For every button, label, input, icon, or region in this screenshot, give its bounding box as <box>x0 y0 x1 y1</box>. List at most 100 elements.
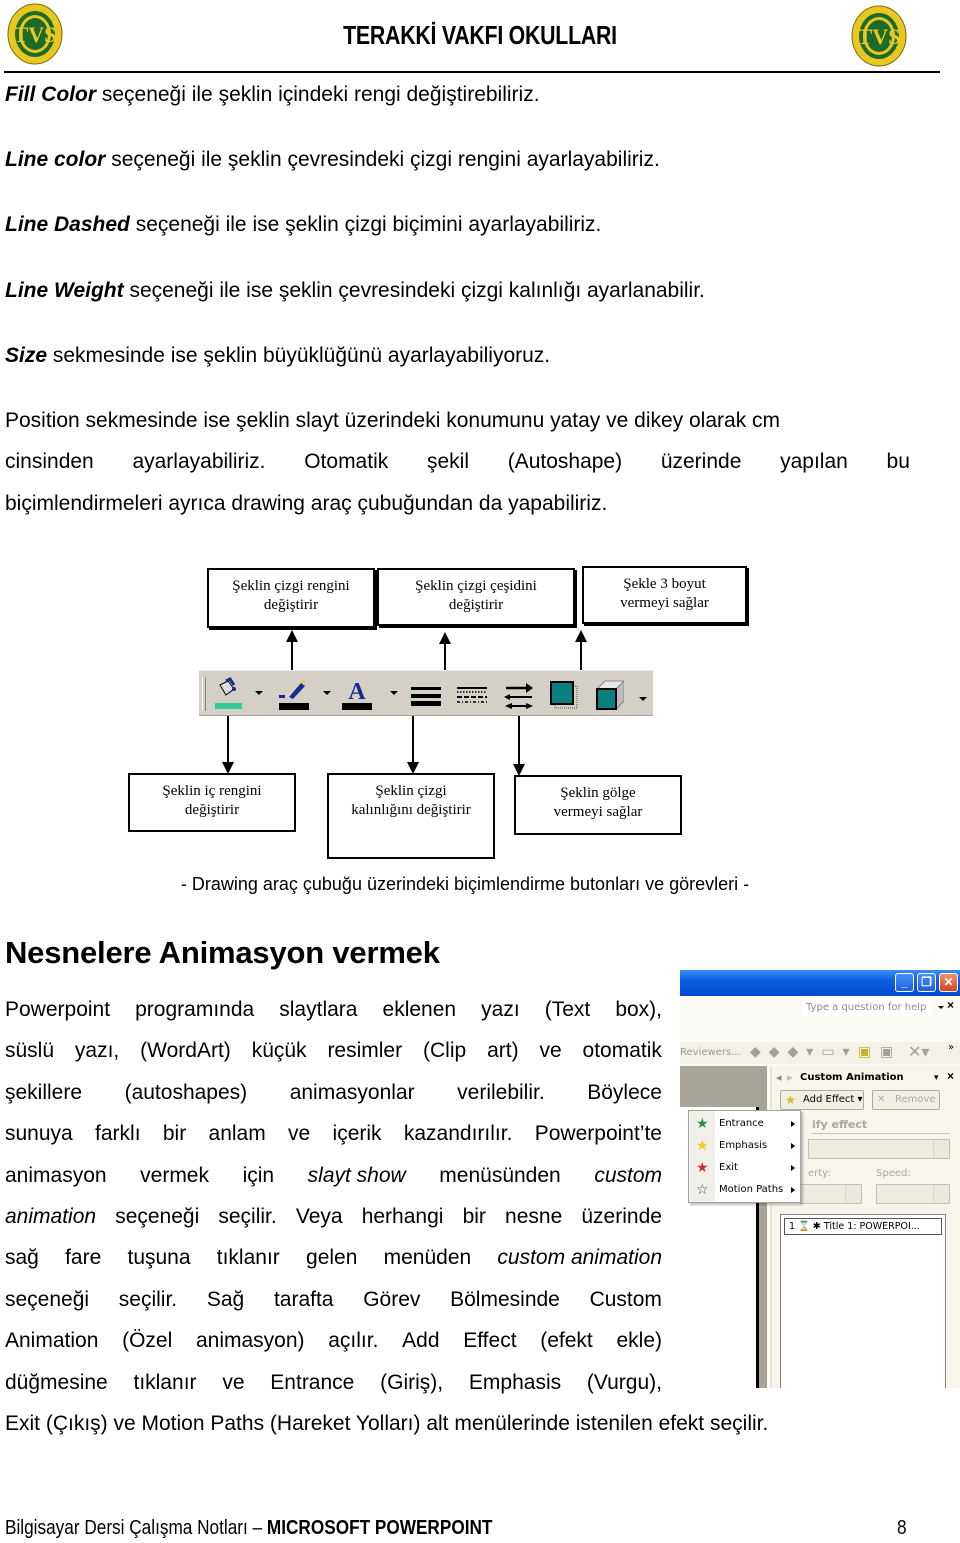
help-close-icon[interactable]: × <box>947 998 954 1012</box>
word: seçilir. <box>118 1287 178 1311</box>
restore-button[interactable]: ❐ <box>917 973 936 992</box>
word: eklenen <box>382 998 457 1021</box>
add-effect-menu: ★ Entrance ★ Emphasis ★ Exit ☆ Motion Pa… <box>688 1110 801 1203</box>
toolbar-grip[interactable] <box>202 677 206 711</box>
pane-close-icon[interactable]: × <box>947 1069 954 1083</box>
word: Add <box>402 1329 440 1353</box>
line-style-button[interactable] <box>411 677 441 711</box>
callout-line-color: Şeklin çizgi rengini değiştirir <box>207 568 375 628</box>
word: tuşuna <box>127 1246 191 1270</box>
word: animasyonlar <box>289 1080 415 1104</box>
pen-icon <box>279 679 309 710</box>
back-arrow-icon[interactable]: ◂ <box>776 1071 782 1084</box>
menu-item-emphasis[interactable]: ★ Emphasis <box>689 1135 800 1157</box>
section-paragraph-line: Animation (Özel animasyon) açılır. Add Effect… <box>5 1329 662 1353</box>
double-arrows-icon <box>504 683 533 709</box>
dash-style-button[interactable] <box>457 677 487 711</box>
fill-color-button[interactable] <box>212 677 243 711</box>
word: (Clip <box>423 1039 467 1063</box>
property-select[interactable] <box>800 1184 862 1204</box>
arrow-up-icon <box>575 630 587 642</box>
toolbar-overflow-icon[interactable]: » <box>948 1042 954 1053</box>
word: Otomatik <box>304 450 389 473</box>
review-nav-icons[interactable]: ◆◆◆▾▭▾ <box>750 1044 858 1060</box>
word: seçeneği <box>5 1287 90 1311</box>
line-color-dropdown[interactable] <box>323 691 331 695</box>
font-color-button[interactable]: A <box>342 677 372 711</box>
minimize-button[interactable]: _ <box>895 973 914 992</box>
word: yazı, <box>74 1039 120 1063</box>
word: verilebilir. <box>457 1080 545 1104</box>
font-color-dropdown[interactable] <box>390 691 398 695</box>
line-weight-icon <box>411 687 441 706</box>
word: ve <box>222 1370 245 1394</box>
exit-star-icon: ★ <box>696 1160 709 1176</box>
animation-list-item[interactable]: 1 ⌛ ✱ Title 1: POWERPOI... <box>784 1218 942 1235</box>
line-color-button[interactable] <box>279 677 309 711</box>
word: Böylece <box>587 1080 662 1104</box>
diagram-caption: - Drawing araç çubuğu üzerindeki biçimle… <box>180 874 750 894</box>
word: üzerinde <box>581 1205 662 1228</box>
close-button[interactable]: ✕ <box>939 973 958 992</box>
word: Görev <box>363 1287 421 1311</box>
speed-select[interactable] <box>876 1184 950 1204</box>
forward-arrow-icon[interactable]: ▸ <box>787 1071 793 1084</box>
connector-line <box>518 716 520 766</box>
word: yazı <box>481 998 520 1021</box>
callout-3d-style: Şekle 3 boyut vermeyi sağlar <box>582 566 747 624</box>
help-dropdown-icon[interactable] <box>938 1006 944 1009</box>
word: (Autoshape) <box>507 450 623 473</box>
shadow-square-icon <box>550 681 578 709</box>
word: custom <box>594 1163 662 1187</box>
callout-shadow: Şeklin gölge vermeyi sağlar <box>514 775 682 835</box>
reviewers-button[interactable]: Reviewers... <box>680 1047 741 1058</box>
pane-menu-icon[interactable]: ▾ <box>934 1072 939 1083</box>
add-effect-button[interactable]: ★ Add Effect ▾ <box>780 1090 864 1110</box>
page-footer: Bilgisayar Dersi Çalışma Notları – MICRO… <box>5 1517 493 1539</box>
powerpoint-screenshot: _ ❐ ✕ Type a question for help × Reviewe… <box>680 970 960 1388</box>
toolbar-options-dropdown[interactable] <box>639 697 647 701</box>
fill-color-dropdown[interactable] <box>255 691 263 695</box>
word: için <box>242 1163 275 1187</box>
callout-dash-style: Şeklin çizgi çeşidini değiştirir <box>377 568 575 626</box>
word: ayarlayabiliriz. <box>132 450 266 473</box>
animation-list[interactable]: 1 ⌛ ✱ Title 1: POWERPOI... <box>780 1214 946 1388</box>
insert-comment-icon[interactable]: ▣ <box>858 1044 871 1060</box>
section-paragraph-line: seçeneği seçilir. Sağ tarafta Görev Bölmesind… <box>5 1288 662 1312</box>
word: süslü <box>5 1039 55 1063</box>
word: ve <box>539 1039 562 1063</box>
3d-style-button[interactable] <box>594 677 626 711</box>
school-logo-right: TVS <box>850 4 908 68</box>
help-search-input[interactable]: Type a question for help <box>802 998 932 1017</box>
submenu-arrow-icon <box>791 1165 795 1171</box>
menu-item-exit[interactable]: ★ Exit <box>689 1157 800 1179</box>
reviewing-toolbar: Reviewers... ◆◆◆▾▭▾ ▣ ▣ ✕▾ » <box>680 1042 960 1064</box>
word: Custom <box>589 1287 662 1311</box>
word: custom animation <box>497 1246 662 1270</box>
word: animasyon <box>5 1163 107 1187</box>
drawing-toolbar: A <box>199 670 653 716</box>
word: otomatik <box>582 1039 662 1063</box>
word: box), <box>615 998 662 1021</box>
menu-item-entrance[interactable]: ★ Entrance <box>689 1113 800 1135</box>
arrow-style-button[interactable] <box>504 677 534 711</box>
word: Animation <box>5 1329 99 1353</box>
word: Emphasis <box>468 1370 562 1394</box>
word: resimler <box>327 1039 403 1063</box>
word: slayt show <box>307 1163 406 1187</box>
connector-line <box>580 640 582 672</box>
shadow-style-button[interactable] <box>549 677 579 711</box>
remove-button[interactable]: ✕ Remove <box>872 1090 940 1110</box>
section-heading: Nesnelere Animasyon vermek <box>5 935 440 970</box>
connector-line <box>444 642 446 672</box>
word: küçük <box>251 1039 307 1063</box>
task-pane-title: Custom Animation <box>800 1072 904 1083</box>
word: Bölmesinde <box>450 1287 560 1311</box>
menu-item-motion-paths[interactable]: ☆ Motion Paths <box>689 1179 800 1201</box>
line-color-line: Line color seçeneği ile şeklin çevresind… <box>5 148 660 171</box>
start-select[interactable] <box>808 1139 950 1159</box>
delete-comment-icon[interactable]: ✕▾ <box>908 1042 929 1061</box>
edit-comment-icon[interactable]: ▣ <box>880 1044 893 1060</box>
word: Powerpoint <box>5 998 111 1021</box>
size-line: Size sekmesinde ise şeklin büyüklüğünü a… <box>5 344 551 367</box>
